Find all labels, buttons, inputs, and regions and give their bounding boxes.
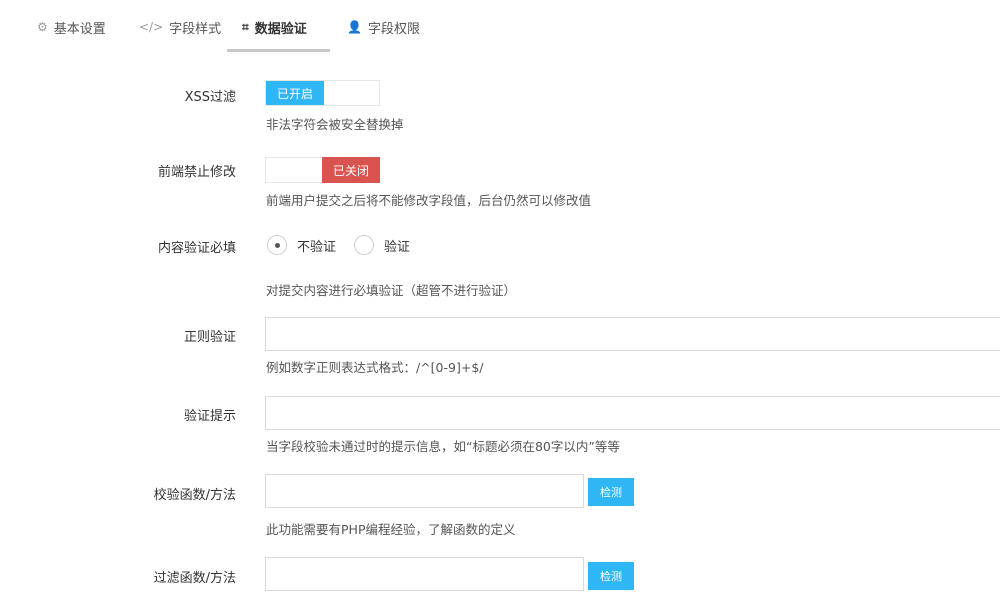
tab-label: 字段样式 [169,21,222,37]
frontend-lock-help: 前端用户提交之后将不能修改字段值，后台仍然可以修改值 [266,193,592,208]
code-icon: </> [139,20,164,34]
radio-validate[interactable] [354,235,375,255]
xss-filter-label: XSS过滤 [184,90,236,105]
regex-label: 正则验证 [183,330,236,345]
check-func-help: 此功能需要有PHP编程经验，了解函数的定义 [266,522,516,537]
hint-input[interactable] [265,396,1000,430]
gear-icon: ⚙ [37,20,48,34]
xss-filter-switch[interactable]: 已开启 [265,80,380,106]
tab-field-style[interactable]: </> 字段样式 [139,17,221,37]
check-func-input[interactable] [265,474,584,508]
radio-validate-label: 验证 [384,239,411,255]
filter-func-test-button[interactable]: 检测 [588,562,634,590]
regex-help: 例如数字正则表达式格式：/^[0-9]+$/ [266,360,484,375]
xss-filter-help: 非法字符会被安全替换掉 [266,117,404,132]
switch-off-state: 已关闭 [322,157,380,183]
check-func-test-button[interactable]: 检测 [588,478,634,506]
switch-on-state: 已开启 [266,81,324,105]
tab-field-permissions[interactable]: 👤 字段权限 [347,17,420,37]
frontend-lock-switch[interactable]: 已关闭 [265,157,380,183]
required-radio-group: 不验证 验证 [267,234,428,256]
filter-func-input[interactable] [265,557,584,591]
regex-input[interactable] [265,317,1000,351]
tab-label: 数据验证 [254,21,307,37]
tab-basic-settings[interactable]: ⚙ 基本设置 [37,17,106,37]
radio-no-validate[interactable] [267,235,287,255]
required-help: 对提交内容进行必填验证（超管不进行验证） [266,283,517,298]
hint-label: 验证提示 [183,409,236,424]
tab-bar: ⚙ 基本设置 </> 字段样式 ⌗ 数据验证 👤 字段权限 [0,0,1000,54]
tab-label: 基本设置 [53,21,106,37]
filter-func-label: 过滤函数/方法 [153,571,236,586]
required-label: 内容验证必填 [157,241,236,256]
radio-no-validate-label: 不验证 [297,239,337,255]
tab-label: 字段权限 [367,21,420,37]
user-icon: 👤 [347,20,362,34]
tab-data-validation[interactable]: ⌗ 数据验证 [242,17,307,37]
crop-icon: ⌗ [242,19,249,34]
active-tab-indicator [227,49,330,52]
hint-help: 当字段校验未通过时的提示信息，如“标题必须在80字以内”等等 [266,439,620,454]
check-func-label: 校验函数/方法 [153,488,236,503]
frontend-lock-label: 前端禁止修改 [157,165,236,180]
